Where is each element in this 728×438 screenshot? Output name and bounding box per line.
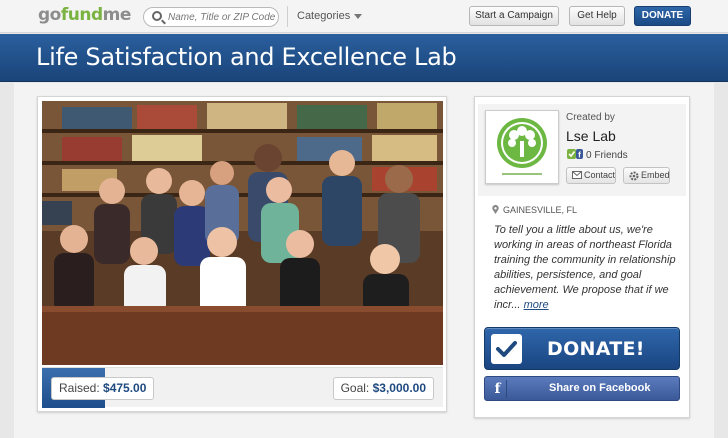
- svg-text:f: f: [578, 151, 581, 160]
- donate-button[interactable]: DONATE!: [484, 327, 680, 370]
- lab-logo-tree-icon: [497, 118, 547, 175]
- campaign-location: GAINESVILLE, FL: [492, 204, 578, 215]
- campaign-photo-card: Raised: $475.00 Goal: $3,000.00: [37, 96, 447, 412]
- gofundme-logo[interactable]: gofundme: [38, 5, 131, 25]
- location-text: GAINESVILLE, FL: [503, 205, 578, 215]
- embed-button[interactable]: Embed: [623, 167, 670, 184]
- top-navigation-bar: gofundme Categories Start a Campaign Get…: [0, 0, 728, 33]
- nav-divider: [287, 6, 288, 27]
- search-box: [143, 7, 279, 27]
- embed-label: Embed: [641, 170, 670, 180]
- facebook-button-label: Share on Facebook: [549, 382, 651, 394]
- search-icon[interactable]: [152, 11, 162, 21]
- get-help-button[interactable]: Get Help: [569, 6, 625, 26]
- facebook-f-icon: f: [489, 380, 507, 398]
- gear-icon: [629, 171, 639, 181]
- header-donate-button[interactable]: DONATE: [634, 6, 691, 26]
- logo-part-go: go: [38, 5, 61, 25]
- search-input[interactable]: [168, 10, 276, 25]
- logo-part-me: me: [102, 5, 132, 25]
- goal-amount: $3,000.00: [372, 381, 426, 395]
- friends-check-icon: f: [567, 149, 583, 159]
- campaign-title: Life Satisfaction and Excellence Lab: [36, 43, 457, 71]
- campaign-title-band: Life Satisfaction and Excellence Lab: [0, 34, 728, 82]
- friends-label: 0 Friends: [586, 150, 628, 161]
- created-by-label: Created by: [566, 112, 615, 123]
- group-photo-image: [42, 101, 443, 365]
- map-pin-icon: [492, 204, 499, 214]
- start-campaign-button[interactable]: Start a Campaign: [469, 6, 559, 26]
- contact-button[interactable]: Contact: [566, 167, 616, 184]
- logo-part-fund: fund: [60, 5, 103, 25]
- campaign-photo[interactable]: [42, 101, 443, 365]
- checkmark-icon: [491, 334, 522, 364]
- share-on-facebook-button[interactable]: f Share on Facebook: [484, 376, 680, 401]
- categories-label: Categories: [297, 10, 351, 22]
- donate-button-label: DONATE!: [547, 338, 645, 360]
- goal-amount-badge: Goal: $3,000.00: [332, 377, 434, 400]
- read-more-link[interactable]: more: [524, 299, 549, 311]
- categories-dropdown[interactable]: Categories: [297, 10, 363, 22]
- raised-label: Raised:: [59, 381, 100, 395]
- goal-label: Goal:: [340, 381, 370, 395]
- fundraising-progress-bar: Raised: $475.00 Goal: $3,000.00: [42, 367, 443, 408]
- chevron-down-icon: [354, 13, 363, 19]
- creator-name[interactable]: Lse Lab: [566, 128, 616, 144]
- raised-amount: $475.00: [103, 381, 147, 395]
- raised-amount-badge: Raised: $475.00: [51, 377, 155, 400]
- story-text: To tell you a little about us, we're wor…: [494, 224, 676, 311]
- campaign-story: To tell you a little about us, we're wor…: [494, 223, 676, 313]
- contact-label: Contact: [584, 170, 616, 180]
- creator-avatar[interactable]: [485, 110, 559, 184]
- envelope-icon: [572, 171, 582, 179]
- friends-count[interactable]: f 0 Friends: [567, 149, 628, 161]
